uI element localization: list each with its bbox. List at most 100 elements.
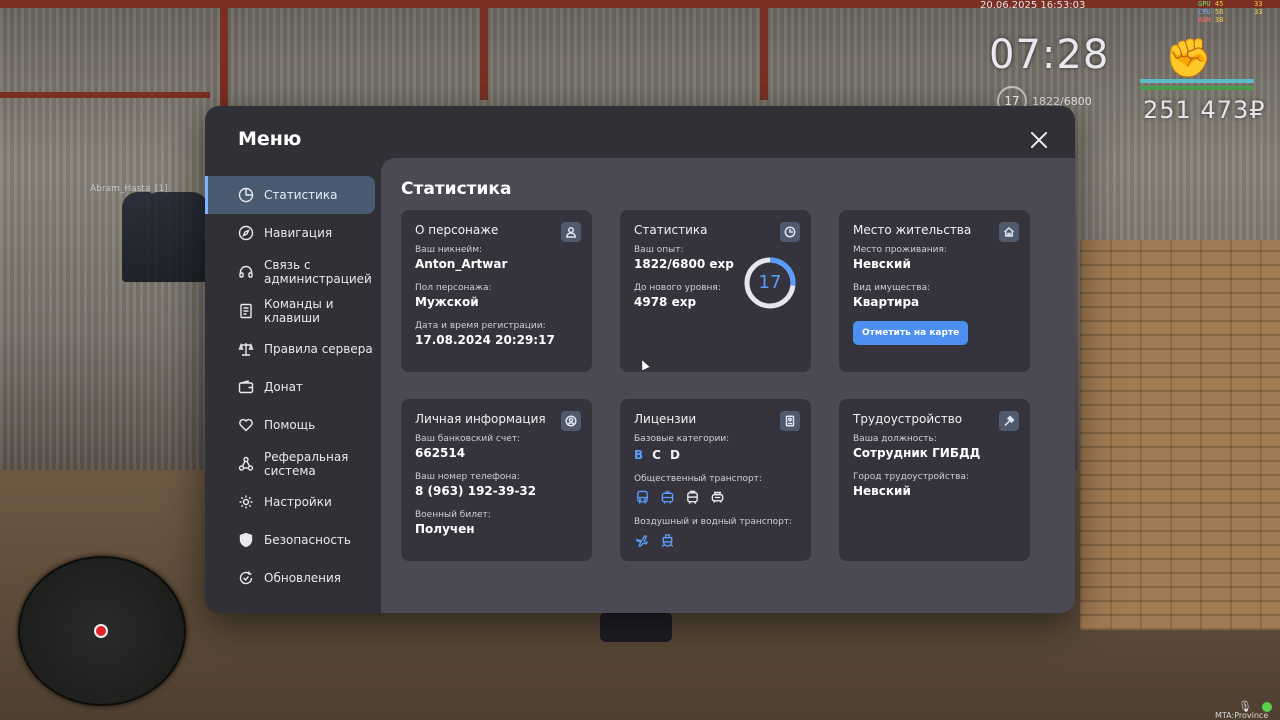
roof-beam — [0, 92, 210, 98]
license-category-c: C — [652, 448, 661, 462]
position-label: Ваша должность: — [853, 434, 937, 444]
sidebar-item-statistics[interactable]: Статистика — [205, 176, 375, 214]
sidebar-item-help[interactable]: Помощь — [205, 406, 381, 444]
sidebar-item-label: Помощь — [264, 418, 316, 432]
level-number: 17 — [758, 272, 782, 293]
character-card: О персонаже Ваш никнейм: Anton_Artwar По… — [401, 210, 592, 372]
compass-icon — [238, 225, 254, 241]
mta-label: MTA:Province — [1215, 711, 1269, 720]
sidebar-item-security[interactable]: Безопасность — [205, 521, 381, 559]
residence-value: Невский — [853, 257, 911, 271]
network-icon — [238, 456, 254, 472]
sidebar-item-label: Связь с администрацией — [264, 257, 372, 286]
sidebar-item-settings[interactable]: Настройки — [205, 483, 381, 521]
military-id-value: Получен — [415, 522, 475, 536]
page-title: Статистика — [401, 179, 512, 199]
air-water-transport-label: Воздушный и водный транспорт: — [634, 517, 793, 527]
scales-icon — [238, 341, 254, 357]
card-title: Место жительства — [853, 223, 972, 237]
sidebar-item-updates[interactable]: Обновления — [205, 559, 381, 597]
sidebar-item-admin-contact[interactable]: Связь с администрацией — [205, 252, 381, 291]
bus-icon — [634, 489, 650, 505]
hud-money: 251 473₽ — [1143, 96, 1266, 124]
air-water-transport-icons — [634, 532, 797, 548]
position-value: Сотрудник ГИБДД — [853, 446, 981, 460]
nickname-value: Anton_Artwar — [415, 257, 508, 271]
card-title: Трудоустройство — [853, 412, 963, 426]
trolleybus-icon — [659, 489, 675, 505]
health-bar — [1140, 79, 1254, 83]
licenses-card: Лицензии Базовые категории: B C D Общест… — [620, 399, 811, 561]
card-title: Лицензии — [634, 412, 697, 426]
content-panel: Статистика О персонаже Ваш никнейм: Anto… — [381, 158, 1075, 613]
npc-nickname-tag: Abram_Hasta_[1] — [90, 184, 168, 194]
residence-card: Место жительства Место проживания: Невск… — [839, 210, 1030, 372]
gear-icon — [238, 494, 254, 510]
residence-label: Место проживания: — [853, 245, 947, 255]
registration-label: Дата и время регистрации: — [415, 321, 546, 331]
sidebar-item-label: Команды и клавиши — [264, 296, 334, 325]
roof-beam — [760, 0, 768, 100]
house-icon — [999, 222, 1019, 242]
sidebar-item-referral[interactable]: Реферальная система — [205, 444, 381, 483]
ship-icon — [659, 532, 675, 548]
sidebar-item-label: Настройки — [264, 495, 332, 509]
armor-bar — [1140, 86, 1254, 90]
employment-card: Трудоустройство Ваша должность: Сотрудни… — [839, 399, 1030, 561]
sidebar-item-label: Донат — [264, 380, 303, 394]
player-character — [600, 612, 672, 642]
statistics-card: Статистика Ваш опыт: 1822/6800 exp До но… — [620, 210, 811, 372]
gender-label: Пол персонажа: — [415, 283, 492, 293]
roof-beam — [220, 0, 228, 110]
sidebar-item-label: Реферальная система — [264, 449, 349, 478]
plane-icon — [634, 532, 650, 548]
property-type-value: Квартира — [853, 295, 920, 309]
phone-value: 8 (963) 192-39-32 — [415, 484, 537, 498]
mark-on-map-button[interactable]: Отметить на карте — [853, 321, 969, 345]
sidebar-item-rules[interactable]: Правила сервера — [205, 330, 381, 368]
nickname-label: Ваш никнейм: — [415, 245, 483, 255]
hud-clock: 07:28 — [989, 32, 1110, 78]
license-category-d: D — [669, 448, 680, 462]
phone-label: Ваш номер телефона: — [415, 472, 520, 482]
wallet-icon — [238, 379, 254, 395]
exp-label: Ваш опыт: — [634, 245, 684, 255]
hud-fps-counter: GPU 45 CPU 56 RAM 38 — [1198, 0, 1224, 24]
sidebar-item-donate[interactable]: Донат — [205, 368, 381, 406]
id-card-icon — [780, 411, 800, 431]
player-marker-icon — [94, 624, 108, 638]
close-icon[interactable] — [1027, 128, 1051, 152]
military-id-label: Военный билет: — [415, 510, 491, 520]
card-title: Личная информация — [415, 412, 546, 426]
headset-icon — [238, 264, 254, 280]
roof-beam — [0, 0, 1280, 8]
roof-beam — [480, 0, 488, 100]
personal-info-card: Личная информация Ваш банковский счет: 6… — [401, 399, 592, 561]
sidebar-item-label: Навигация — [264, 226, 333, 240]
document-icon — [238, 303, 254, 319]
npc-group — [122, 192, 208, 282]
hud-fps-extra: 33 33 — [1254, 0, 1263, 16]
sidebar-item-navigation[interactable]: Навигация — [205, 214, 381, 252]
hud-datetime: 20.06.2025 16:53:03 — [980, 0, 1086, 11]
sidebar-item-commands[interactable]: Команды и клавиши — [205, 291, 381, 330]
bank-account-value: 662514 — [415, 446, 466, 460]
bank-account-label: Ваш банковский счет: — [415, 434, 521, 444]
sidebar-item-label: Безопасность — [264, 533, 351, 547]
tram-icon — [684, 489, 700, 505]
menu-window: Меню Статистика Навигация Связь с админи… — [205, 106, 1075, 613]
menu-title: Меню — [238, 128, 302, 150]
sidebar-item-label: Правила сервера — [264, 342, 373, 356]
clock-chart-icon — [780, 222, 800, 242]
pie-chart-icon — [238, 187, 254, 203]
card-title: Статистика — [634, 223, 708, 237]
user-circle-icon — [561, 411, 581, 431]
sidebar-item-label: Статистика — [264, 188, 338, 202]
public-transport-label: Общественный транспорт: — [634, 474, 762, 484]
property-type-label: Вид имущества: — [853, 283, 931, 293]
refresh-check-icon — [238, 570, 254, 586]
hammer-icon — [999, 411, 1019, 431]
shield-icon — [238, 532, 254, 548]
employment-city-value: Невский — [853, 484, 911, 498]
card-title: О персонаже — [415, 223, 499, 237]
